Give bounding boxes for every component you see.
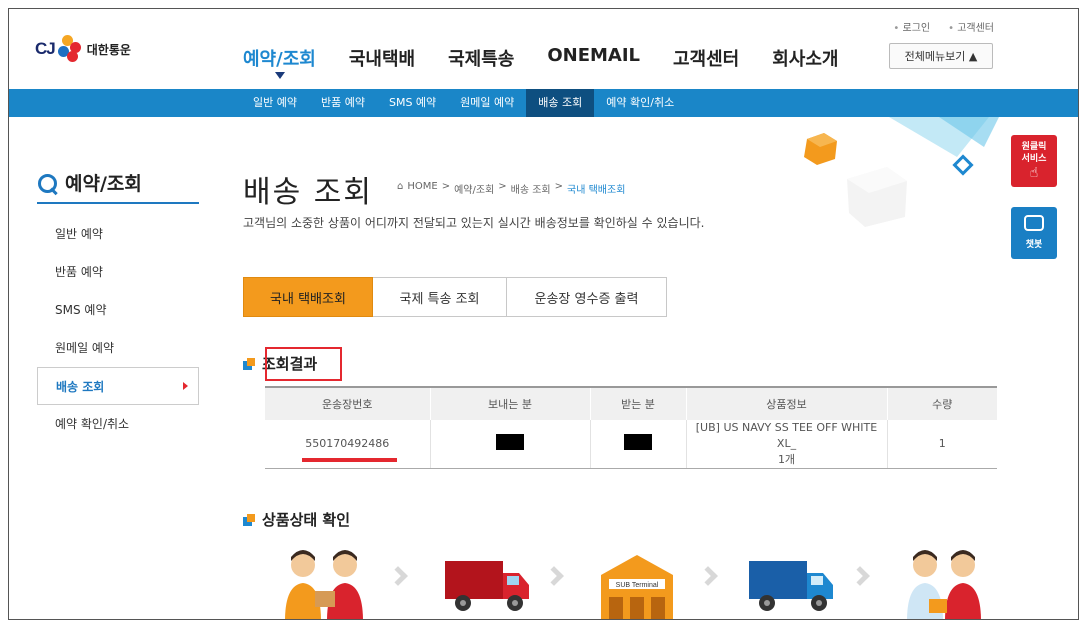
tracking-tabs: 국내 택배조회 국제 특송 조회 운송장 영수증 출력 <box>243 277 667 317</box>
subnav-confirm-cancel[interactable]: 예약 확인/취소 <box>594 89 686 117</box>
cell-product-info: [UB] US NAVY SS TEE OFF WHITE XL_ 1개 <box>685 420 887 469</box>
col-quantity: 수량 <box>886 387 997 420</box>
page-title: 배송 조회 <box>243 175 373 210</box>
browser-frame: CJ 대한통운 로그인 고객센터 예약/조회 국내택배 국제특송 ONEMAIL… <box>8 8 1079 620</box>
delivery-complete-icon <box>907 550 981 619</box>
subnav-onemail[interactable]: 원메일 예약 <box>448 89 526 117</box>
sub-nav: 일반 예약 반품 예약 SMS 예약 원메일 예약 배송 조회 예약 확인/취소 <box>241 89 686 117</box>
col-sender: 보내는 분 <box>429 387 590 420</box>
sidebar-divider <box>37 202 199 204</box>
sidebar-item-onemail[interactable]: 원메일 예약 <box>37 329 199 367</box>
redacted-sender <box>496 433 524 450</box>
breadcrumb-separator: > <box>441 181 451 192</box>
search-icon <box>37 173 57 193</box>
logo-text: CJ <box>35 39 56 58</box>
sidebar-item-return[interactable]: 반품 예약 <box>37 253 199 291</box>
product-name: [UB] US NAVY SS TEE OFF WHITE XL_ <box>695 421 878 450</box>
subnav-tracking[interactable]: 배송 조회 <box>526 89 595 117</box>
section-bullet-icon <box>243 513 255 526</box>
home-icon: ⌂ <box>397 181 404 192</box>
col-receiver: 받는 분 <box>589 387 686 420</box>
step-arrow-icon <box>850 566 870 586</box>
utility-links: 로그인 고객센터 <box>893 19 995 34</box>
oneclick-label-2: 서비스 <box>1021 154 1047 164</box>
page-description: 고객님의 소중한 상품이 어디까지 전달되고 있는지 실시간 배송정보를 확인하… <box>243 216 705 230</box>
chatbot-button[interactable]: 챗봇 <box>1011 207 1057 259</box>
breadcrumb-reservation[interactable]: 예약/조회 <box>454 181 494 196</box>
table-header-row: 운송장번호 보내는 분 받는 분 상품정보 수량 <box>265 387 997 420</box>
nav-company[interactable]: 회사소개 <box>772 45 838 71</box>
nav-customer-center[interactable]: 고객센터 <box>673 45 739 71</box>
delivery-steps: SUB Terminal <box>273 545 1013 619</box>
redacted-receiver <box>624 433 652 450</box>
highlight-box <box>265 347 342 381</box>
logo-korean-text: 대한통운 <box>86 42 131 57</box>
breadcrumb-home[interactable]: HOME <box>407 181 437 196</box>
sidebar-menu: 일반 예약 반품 예약 SMS 예약 원메일 예약 배송 조회 예약 확인/취소 <box>37 215 199 443</box>
cell-sender <box>429 420 590 469</box>
pickup-step-icon <box>285 550 363 619</box>
breadcrumb-current: 국내 택배조회 <box>567 185 626 196</box>
cell-receiver <box>589 420 686 469</box>
tab-receipt-print[interactable]: 운송장 영수증 출력 <box>507 277 667 317</box>
decorative-graphics <box>804 117 999 227</box>
oneclick-service-button[interactable]: 원클릭 서비스 ☝ <box>1011 135 1057 187</box>
chat-bubble-icon <box>1024 215 1044 231</box>
all-menu-button[interactable]: 전체메뉴보기 ▲ <box>889 43 993 69</box>
blue-truck-icon <box>749 561 833 611</box>
sub-nav-bar: 일반 예약 반품 예약 SMS 예약 원메일 예약 배송 조회 예약 확인/취소 <box>9 89 1078 117</box>
oneclick-label-1: 원클릭 <box>1021 142 1047 152</box>
step-arrow-icon <box>544 566 564 586</box>
nav-onemail[interactable]: ONEMAIL <box>547 45 640 71</box>
sidebar-item-sms[interactable]: SMS 예약 <box>37 291 199 329</box>
tab-domestic-tracking[interactable]: 국내 택배조회 <box>243 277 373 317</box>
nav-domestic[interactable]: 국내택배 <box>349 45 415 71</box>
col-tracking-no: 운송장번호 <box>265 387 430 420</box>
subnav-general[interactable]: 일반 예약 <box>241 89 309 117</box>
sidebar-item-tracking-label: 배송 조회 <box>56 380 105 394</box>
customer-center-link[interactable]: 고객센터 <box>948 19 994 34</box>
breadcrumb: ⌂ HOME > 예약/조회 > 배송 조회 > 국내 택배조회 <box>397 181 625 196</box>
sidebar-title-text: 예약/조회 <box>65 173 142 195</box>
red-truck-icon <box>445 561 529 611</box>
highlight-underline <box>302 458 397 462</box>
status-heading: 상품상태 확인 <box>243 509 350 530</box>
status-heading-text: 상품상태 확인 <box>262 511 351 529</box>
login-link[interactable]: 로그인 <box>893 19 931 34</box>
subnav-sms[interactable]: SMS 예약 <box>377 89 448 117</box>
sidebar-item-general[interactable]: 일반 예약 <box>37 215 199 253</box>
terminal-icon: SUB Terminal <box>601 555 673 619</box>
main-nav: 예약/조회 국내택배 국제특송 ONEMAIL 고객센터 회사소개 <box>243 45 872 79</box>
section-bullet-icon <box>243 357 255 370</box>
chatbot-label: 챗봇 <box>1025 240 1043 250</box>
terminal-label: SUB Terminal <box>616 582 659 589</box>
result-table: 운송장번호 보내는 분 받는 분 상품정보 수량 550170492486 [U… <box>265 386 997 469</box>
tab-international-tracking[interactable]: 국제 특송 조회 <box>373 277 507 317</box>
product-count: 1개 <box>777 453 796 466</box>
nav-international[interactable]: 국제특송 <box>448 45 514 71</box>
col-product-info: 상품정보 <box>685 387 887 420</box>
sidebar-title: 예약/조회 <box>37 169 142 196</box>
nav-reservation-label: 예약/조회 <box>243 49 316 70</box>
logo-petals-icon <box>56 35 84 63</box>
breadcrumb-separator: > <box>554 181 564 192</box>
hand-pointer-icon: ☝ <box>1029 165 1039 181</box>
breadcrumb-tracking[interactable]: 배송 조회 <box>511 181 551 196</box>
active-arrow-icon <box>275 72 285 79</box>
step-arrow-icon <box>388 566 408 586</box>
sidebar-item-confirm-cancel[interactable]: 예약 확인/취소 <box>37 405 199 443</box>
arrow-right-icon <box>183 382 188 390</box>
cell-quantity: 1 <box>886 420 997 469</box>
cj-logo[interactable]: CJ 대한통운 <box>35 35 131 63</box>
breadcrumb-separator: > <box>498 181 507 192</box>
sidebar-item-tracking[interactable]: 배송 조회 <box>37 367 199 405</box>
subnav-return[interactable]: 반품 예약 <box>309 89 377 117</box>
step-arrow-icon <box>698 566 718 586</box>
nav-reservation[interactable]: 예약/조회 <box>243 45 316 79</box>
